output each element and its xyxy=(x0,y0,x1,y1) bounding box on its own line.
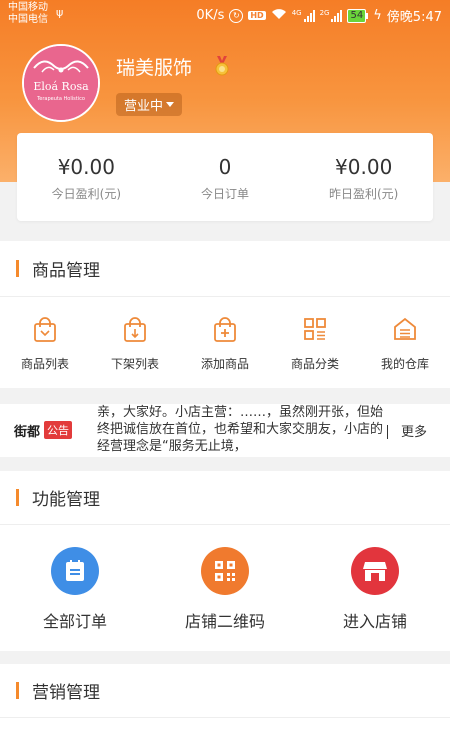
add-product-button[interactable]: 添加商品 xyxy=(180,317,270,372)
hd-badge: HD xyxy=(248,11,266,20)
section-title: 功能管理 xyxy=(32,490,100,510)
carrier-info: 中国移动 中国电信 xyxy=(8,2,48,26)
function-management-section: 功能管理 全部订单 店铺二维码 进入店铺 xyxy=(0,471,450,651)
wifi-icon xyxy=(271,8,287,24)
usb-icon: ψ xyxy=(56,6,64,19)
volte-icon: ↻ xyxy=(229,8,244,23)
action-label: 商品分类 xyxy=(290,357,339,371)
product-list-button[interactable]: 商品列表 xyxy=(0,317,90,372)
carrier-1: 中国移动 xyxy=(8,2,48,13)
divider xyxy=(387,425,388,439)
action-label: 全部订单 xyxy=(42,612,107,631)
store-name: 瑞美服饰 xyxy=(116,57,193,79)
stat-yesterday-profit[interactable]: ¥0.00 昨日盈利(元) xyxy=(294,133,433,221)
stat-value: 0 xyxy=(218,155,232,179)
action-label: 添加商品 xyxy=(200,357,249,371)
section-accent-bar xyxy=(16,489,19,506)
section-title: 营销管理 xyxy=(32,683,100,703)
signal-icon-2 xyxy=(331,9,343,22)
enter-store-button[interactable]: 进入店铺 xyxy=(300,525,450,632)
shop-icon xyxy=(351,547,399,595)
qrcode-icon xyxy=(201,547,249,595)
stat-label: 今日订单 xyxy=(201,187,250,201)
action-label: 下架列表 xyxy=(110,357,159,371)
signal-icon-1 xyxy=(303,9,315,22)
announcement-bar[interactable]: 街都 公告 亲，大家好。小店主营：……，虽然刚开张，但始终把诚信放在首位，也希望… xyxy=(0,404,450,457)
product-actions: 商品列表 下架列表 添加商品 商品分类 我的仓库 xyxy=(0,297,450,372)
stat-value: ¥0.00 xyxy=(335,155,393,179)
stat-label: 昨日盈利(元) xyxy=(328,187,399,201)
status-icons: 0K/s ↻ HD 4G 2G 54 ϟ 傍晚5:47 xyxy=(196,6,442,25)
announcement-brand: 街都 xyxy=(14,425,41,440)
section-header: 商品管理 xyxy=(0,241,450,297)
stats-card: ¥0.00 今日盈利(元) 0 今日订单 ¥0.00 昨日盈利(元) xyxy=(17,133,433,221)
logo-subtext: Terapeuta Holístico xyxy=(36,95,85,102)
battery-icon: 54 xyxy=(347,8,369,23)
delisted-list-button[interactable]: 下架列表 xyxy=(90,317,180,372)
bag-add-icon xyxy=(180,317,270,343)
stat-today-profit[interactable]: ¥0.00 今日盈利(元) xyxy=(17,133,156,221)
status-bar: 中国移动 中国电信 ψ 0K/s ↻ HD 4G 2G 54 ϟ 傍晚5:47 xyxy=(0,0,450,30)
stat-value: ¥0.00 xyxy=(57,155,115,179)
section-accent-bar xyxy=(16,260,19,277)
business-status-dropdown[interactable]: 营业中 xyxy=(116,93,183,116)
bag-icon xyxy=(0,317,90,343)
network-type-2: 2G xyxy=(319,8,330,17)
action-label: 店铺二维码 xyxy=(184,612,265,631)
announcement-tag: 公告 xyxy=(44,421,72,439)
section-header: 功能管理 xyxy=(0,471,450,525)
store-qrcode-button[interactable]: 店铺二维码 xyxy=(150,525,300,632)
orders-icon xyxy=(51,547,99,595)
logo-text: Eloá Rosa xyxy=(33,80,89,93)
network-type-1: 4G xyxy=(291,8,302,17)
my-warehouse-button[interactable]: 我的仓库 xyxy=(360,317,450,372)
marketing-management-section: 营销管理 xyxy=(0,664,450,750)
announcement-more-link[interactable]: 更多 xyxy=(401,421,427,440)
warehouse-icon xyxy=(360,317,450,343)
clock: 傍晚5:47 xyxy=(386,10,442,25)
function-actions: 全部订单 店铺二维码 进入店铺 xyxy=(0,525,450,632)
all-orders-button[interactable]: 全部订单 xyxy=(0,525,150,632)
medal-icon xyxy=(214,56,230,80)
section-title: 商品管理 xyxy=(32,261,100,281)
product-category-button[interactable]: 商品分类 xyxy=(270,317,360,372)
announcement-text: 亲，大家好。小店主营：……，虽然刚开张，但始终把诚信放在首位，也希望和大家交朋友… xyxy=(97,405,384,454)
business-status-label: 营业中 xyxy=(124,99,164,114)
section-header: 营销管理 xyxy=(0,664,450,718)
stat-today-orders[interactable]: 0 今日订单 xyxy=(156,133,295,221)
product-management-section: 商品管理 商品列表 下架列表 添加商品 商品分类 我的仓库 xyxy=(0,241,450,388)
charging-icon: ϟ xyxy=(373,8,382,23)
store-avatar[interactable]: Eloá Rosa Terapeuta Holístico xyxy=(22,44,100,122)
bag-down-icon xyxy=(90,317,180,343)
category-grid-icon xyxy=(270,317,360,343)
network-speed: 0K/s xyxy=(196,8,225,23)
caret-down-icon xyxy=(166,102,175,107)
action-label: 商品列表 xyxy=(20,357,69,371)
shop-dashboard: 中国移动 中国电信 ψ 0K/s ↻ HD 4G 2G 54 ϟ 傍晚5:47 xyxy=(0,0,450,750)
action-label: 进入店铺 xyxy=(342,612,407,631)
battery-level: 54 xyxy=(347,8,367,23)
action-label: 我的仓库 xyxy=(380,357,429,371)
carrier-2: 中国电信 xyxy=(8,14,48,25)
section-accent-bar xyxy=(16,682,19,699)
stat-label: 今日盈利(元) xyxy=(51,187,122,201)
